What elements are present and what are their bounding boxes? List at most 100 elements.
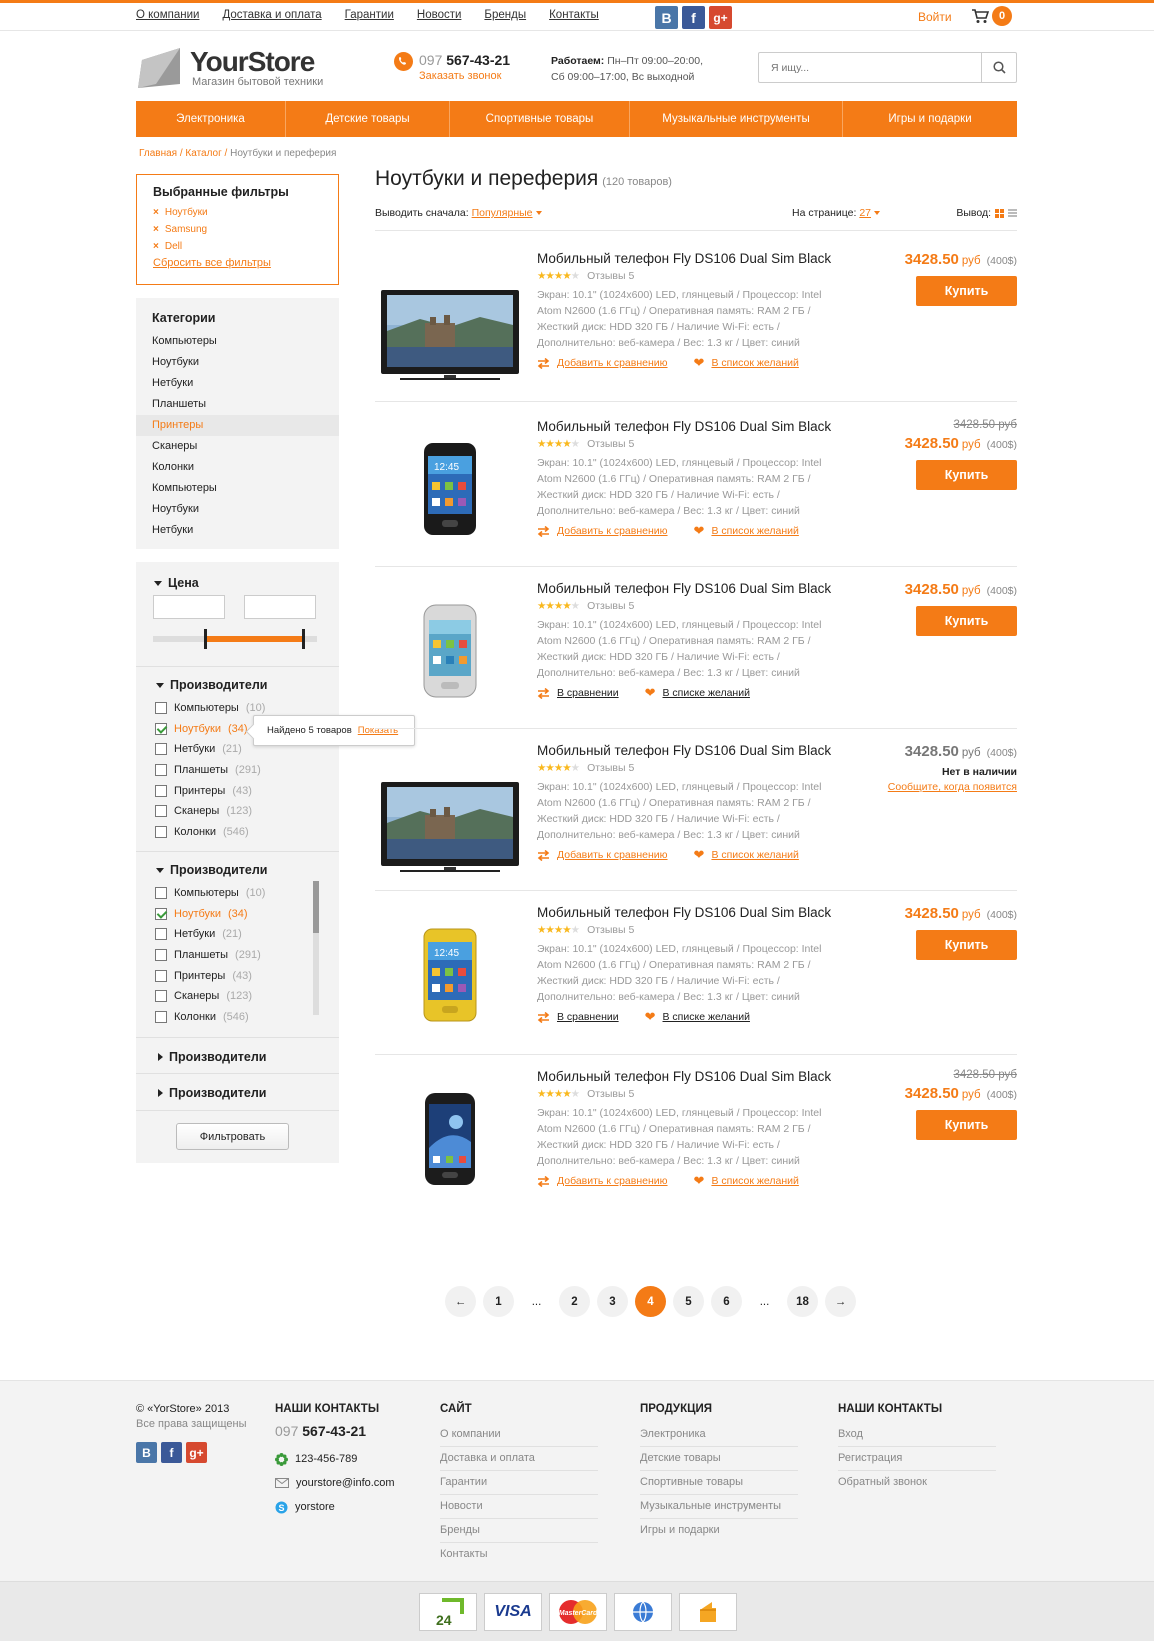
checkbox[interactable] xyxy=(155,784,167,797)
category-item[interactable]: Колонки xyxy=(136,457,339,478)
vk-icon[interactable]: В xyxy=(655,6,678,29)
wishlist-link[interactable]: ❤ В списке желаний xyxy=(645,685,750,701)
page-number[interactable]: 6 xyxy=(711,1286,742,1317)
product-reviews[interactable]: Отзывы 5 xyxy=(587,924,634,936)
apply-filter-button[interactable]: Фильтровать xyxy=(176,1123,289,1150)
list-view-icon[interactable] xyxy=(1008,209,1017,217)
product-name[interactable]: Мобильный телефон Fly DS106 Dual Sim Bla… xyxy=(537,905,831,920)
manufacturer-option[interactable]: Планшеты (291) xyxy=(155,945,335,966)
checkbox[interactable] xyxy=(155,743,167,756)
manufacturers-header[interactable]: Производители xyxy=(156,678,267,692)
collapsed-filter-header[interactable]: Производители xyxy=(158,1050,266,1064)
category-item[interactable]: Компьютеры xyxy=(136,331,339,352)
checkbox-checked[interactable] xyxy=(155,722,167,735)
topnav-warranty[interactable]: Гарантии xyxy=(345,9,394,21)
buy-button[interactable]: Купить xyxy=(916,276,1017,306)
page-number[interactable]: 3 xyxy=(597,1286,628,1317)
next-page-button[interactable]: → xyxy=(825,1286,856,1317)
manufacturer-option[interactable]: Колонки (546) xyxy=(155,822,335,843)
remove-filter-icon[interactable]: × xyxy=(153,224,159,235)
price-min-input[interactable] xyxy=(153,595,225,619)
remove-filter-icon[interactable]: × xyxy=(153,207,159,218)
product-name[interactable]: Мобильный телефон Fly DS106 Dual Sim Bla… xyxy=(537,581,831,596)
mainnav-electronics[interactable]: Электроника xyxy=(136,101,286,137)
footer-link[interactable]: Бренды xyxy=(440,1519,598,1543)
facebook-icon[interactable]: f xyxy=(682,6,705,29)
selected-filter[interactable]: × Ноутбуки xyxy=(153,204,322,221)
compare-link[interactable]: В сравнении xyxy=(537,1009,619,1025)
topnav-brands[interactable]: Бренды xyxy=(484,9,526,21)
manufacturers-scrollbar[interactable] xyxy=(313,881,319,1015)
product-name[interactable]: Мобильный телефон Fly DS106 Dual Sim Bla… xyxy=(537,251,831,266)
buy-button[interactable]: Купить xyxy=(916,606,1017,636)
prev-page-button[interactable]: ← xyxy=(445,1286,476,1317)
manufacturer-option[interactable]: Планшеты (291) xyxy=(155,760,335,781)
selected-filter[interactable]: × Dell xyxy=(153,238,322,255)
manufacturer-option[interactable]: Компьютеры (10) xyxy=(155,883,335,904)
checkbox[interactable] xyxy=(155,928,167,941)
manufacturer-option[interactable]: Ноутбуки (34) xyxy=(155,904,335,925)
footer-skype[interactable]: Syorstore xyxy=(275,1495,395,1519)
category-item[interactable]: Ноутбуки xyxy=(136,499,339,520)
category-item[interactable]: Нетбуки xyxy=(136,520,339,541)
remove-filter-icon[interactable]: × xyxy=(153,241,159,252)
footer-email[interactable]: yourstore@info.com xyxy=(275,1471,395,1495)
checkbox[interactable] xyxy=(155,887,167,900)
topnav-contacts[interactable]: Контакты xyxy=(549,9,599,21)
collapsed-filter-header[interactable]: Производители xyxy=(158,1086,266,1100)
callback-link[interactable]: Заказать звонок xyxy=(419,70,501,82)
page-number[interactable]: 18 xyxy=(787,1286,818,1317)
search-input[interactable] xyxy=(759,53,981,82)
checkbox[interactable] xyxy=(155,764,167,777)
footer-link[interactable]: Обратный звонок xyxy=(838,1471,996,1495)
product-reviews[interactable]: Отзывы 5 xyxy=(587,438,634,450)
product-reviews[interactable]: Отзывы 5 xyxy=(587,1088,634,1100)
topnav-delivery[interactable]: Доставка и оплата xyxy=(222,9,321,21)
facebook-icon[interactable]: f xyxy=(161,1442,182,1463)
product-image[interactable] xyxy=(379,265,521,405)
product-image[interactable] xyxy=(379,581,521,721)
manufacturer-option[interactable]: Принтеры (43) xyxy=(155,780,335,801)
product-image[interactable]: 12:45 xyxy=(379,905,521,1045)
mainnav-music[interactable]: Музыкальные инструменты xyxy=(630,101,843,137)
manufacturer-option[interactable]: Сканеры (123) xyxy=(155,801,335,822)
wishlist-link[interactable]: ❤ В список желаний xyxy=(694,523,799,539)
wishlist-link[interactable]: ❤ В список желаний xyxy=(694,847,799,863)
compare-link[interactable]: Добавить к сравнению xyxy=(537,1173,668,1189)
buy-button[interactable]: Купить xyxy=(916,1110,1017,1140)
checkbox[interactable] xyxy=(155,969,167,982)
product-image[interactable] xyxy=(379,1069,521,1209)
manufacturer-option[interactable]: Нетбуки (21) xyxy=(155,924,335,945)
mainnav-kids[interactable]: Детские товары xyxy=(286,101,450,137)
page-current[interactable]: 4 xyxy=(635,1286,666,1317)
wishlist-link[interactable]: ❤ В списке желаний xyxy=(645,1009,750,1025)
checkbox[interactable] xyxy=(155,949,167,962)
footer-link[interactable]: О компании xyxy=(440,1423,598,1447)
price-slider-min-handle[interactable] xyxy=(204,629,207,649)
vk-icon[interactable]: В xyxy=(136,1442,157,1463)
footer-link[interactable]: Новости xyxy=(440,1495,598,1519)
search-button[interactable] xyxy=(981,53,1016,82)
category-item[interactable]: Ноутбуки xyxy=(136,352,339,373)
product-image[interactable]: 12:45 xyxy=(379,419,521,559)
footer-link[interactable]: Доставка и оплата xyxy=(440,1447,598,1471)
scrollbar-thumb[interactable] xyxy=(313,881,319,933)
buy-button[interactable]: Купить xyxy=(916,930,1017,960)
breadcrumb-home[interactable]: Главная xyxy=(139,148,177,159)
google-plus-icon[interactable]: g+ xyxy=(186,1442,207,1463)
per-page-dropdown[interactable]: 27 xyxy=(859,207,881,219)
grid-view-icon[interactable] xyxy=(995,208,1004,218)
footer-link[interactable]: Контакты xyxy=(440,1543,598,1567)
product-name[interactable]: Мобильный телефон Fly DS106 Dual Sim Bla… xyxy=(537,743,831,758)
price-filter-header[interactable]: Цена xyxy=(154,576,199,590)
footer-link[interactable]: Вход xyxy=(838,1423,996,1447)
topnav-news[interactable]: Новости xyxy=(417,9,462,21)
page-number[interactable]: 5 xyxy=(673,1286,704,1317)
reset-filters-link[interactable]: Сбросить все фильтры xyxy=(153,257,322,269)
checkbox[interactable] xyxy=(155,805,167,818)
price-max-input[interactable] xyxy=(244,595,316,619)
manufacturer-option[interactable]: Принтеры (43) xyxy=(155,965,335,986)
category-item[interactable]: Компьютеры xyxy=(136,478,339,499)
compare-link[interactable]: Добавить к сравнению xyxy=(537,523,668,539)
category-item[interactable]: Планшеты xyxy=(136,394,339,415)
